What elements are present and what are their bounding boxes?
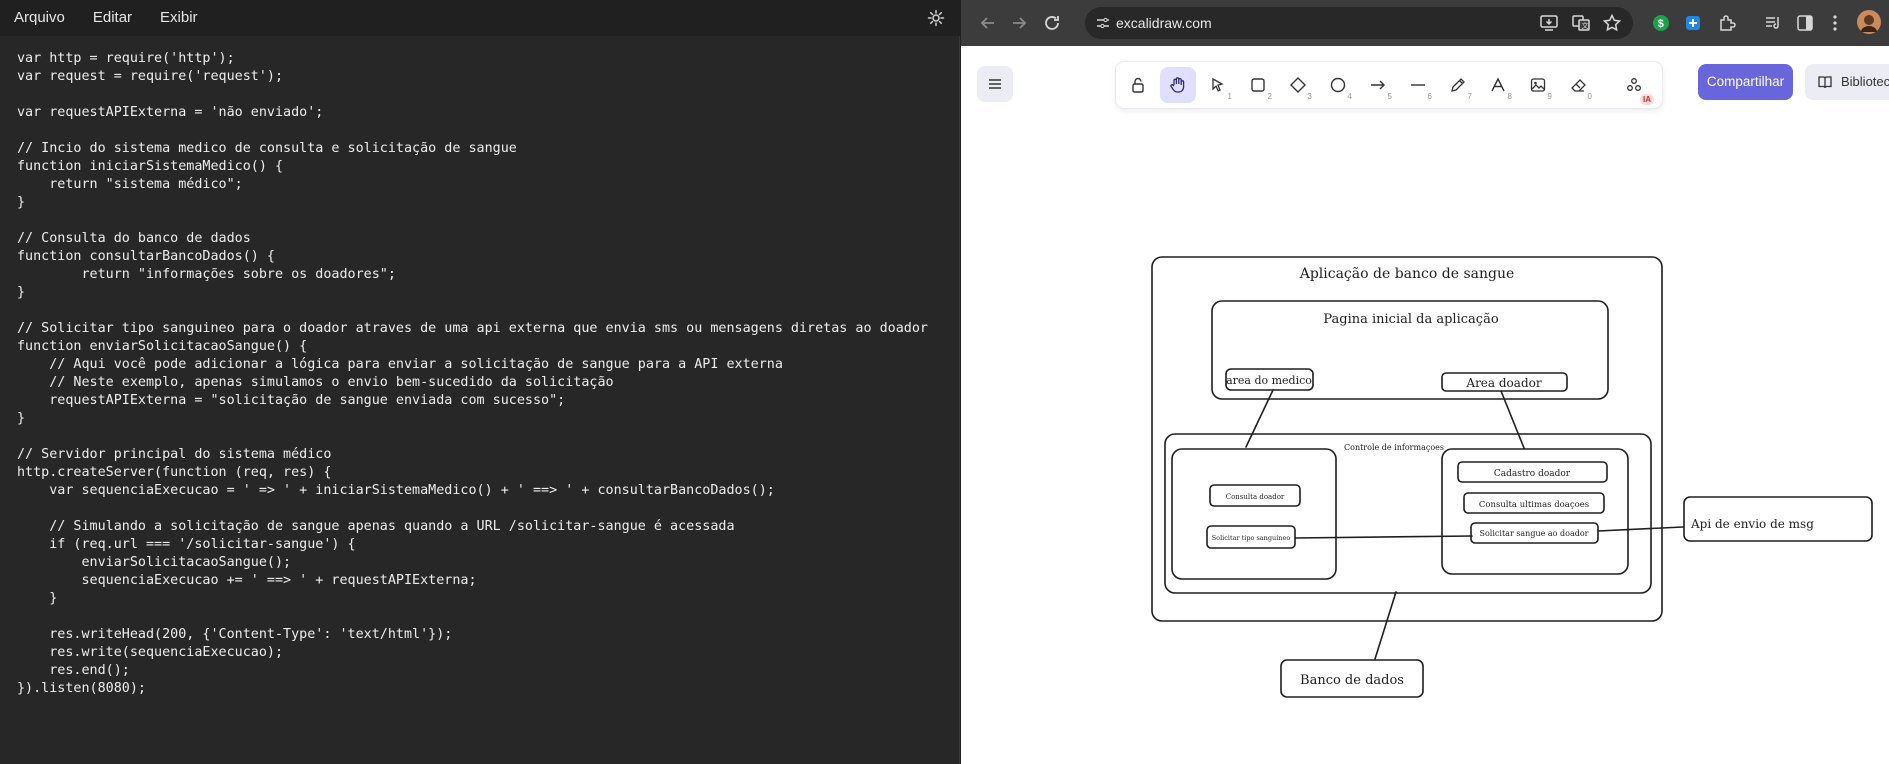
controle-right-box[interactable] bbox=[1441, 448, 1629, 575]
menu-dots-icon[interactable] bbox=[1825, 13, 1845, 33]
menu-exibir[interactable]: Exibir bbox=[146, 0, 212, 36]
api-msg-text: Api de envio de msg bbox=[1690, 517, 1814, 531]
cadastro-doador-text: Cadastro doador bbox=[1494, 469, 1571, 479]
reload-icon[interactable] bbox=[1040, 11, 1064, 35]
code-line[interactable]: var sequenciaExecucao = ' => ' + iniciar… bbox=[17, 482, 955, 500]
diagram: Aplicação de banco de sangue Pagina inic… bbox=[1151, 256, 1873, 698]
code-line[interactable] bbox=[17, 86, 955, 104]
banco-dados-text: Banco de dados bbox=[1300, 673, 1404, 688]
consulta-doador-text: Consulta doador bbox=[1226, 493, 1285, 501]
code-area[interactable]: var http = require('http'); var request =… bbox=[17, 50, 955, 698]
browser-toolbar: excalidraw.com 文 $ bbox=[961, 0, 1889, 46]
code-line[interactable]: res.end(); bbox=[17, 662, 955, 680]
code-line[interactable] bbox=[17, 302, 955, 320]
consulta-ultimas-text: Consulta ultimas doaçoes bbox=[1479, 500, 1589, 510]
browser-window: excalidraw.com 文 $ 1 2 3 4 5 6 7 8 9 0 I… bbox=[961, 0, 1889, 764]
connector-line bbox=[1374, 591, 1397, 660]
media-controls-icon[interactable] bbox=[1763, 13, 1783, 33]
code-line[interactable]: } bbox=[17, 590, 955, 608]
code-line[interactable]: return "informações sobre os doadores"; bbox=[17, 266, 955, 284]
app-title-text: Aplicação de banco de sangue bbox=[1299, 266, 1515, 282]
code-line[interactable]: res.writeHead(200, {'Content-Type': 'tex… bbox=[17, 626, 955, 644]
controle-text: Controle de informaçoes bbox=[1344, 443, 1444, 452]
code-line[interactable] bbox=[17, 428, 955, 446]
code-line[interactable]: // Servidor principal do sistema médico bbox=[17, 446, 955, 464]
home-title-text: Pagina inicial da aplicação bbox=[1323, 312, 1498, 327]
code-line[interactable]: // Aqui você pode adicionar a lógica par… bbox=[17, 356, 955, 374]
code-line[interactable] bbox=[17, 212, 955, 230]
code-line[interactable]: } bbox=[17, 284, 955, 302]
blue-extension-icon[interactable] bbox=[1683, 13, 1703, 33]
url-text[interactable]: excalidraw.com bbox=[1116, 7, 1212, 39]
area-doador-text: Area doador bbox=[1465, 376, 1541, 390]
excalidraw-canvas[interactable]: 1 2 3 4 5 6 7 8 9 0 IA Compartilhar Bibl… bbox=[961, 46, 1889, 764]
back-icon[interactable] bbox=[976, 11, 1000, 35]
code-line[interactable]: // Solicitar tipo sanguineo para o doado… bbox=[17, 320, 955, 338]
code-line[interactable]: function enviarSolicitacaoSangue() { bbox=[17, 338, 955, 356]
svg-text:$: $ bbox=[1658, 18, 1664, 30]
gear-icon[interactable] bbox=[926, 8, 946, 28]
code-line[interactable]: // Incio do sistema medico de consulta e… bbox=[17, 140, 955, 158]
code-line[interactable]: return "sistema médico"; bbox=[17, 176, 955, 194]
translate-icon[interactable]: 文 bbox=[1571, 13, 1591, 33]
code-line[interactable]: res.write(sequenciaExecucao); bbox=[17, 644, 955, 662]
code-line[interactable]: if (req.url === '/solicitar-sangue') { bbox=[17, 536, 955, 554]
connector-line bbox=[1294, 535, 1473, 539]
code-line[interactable]: sequenciaExecucao += ' ==> ' + requestAP… bbox=[17, 572, 955, 590]
menu-editar[interactable]: Editar bbox=[79, 0, 146, 36]
forward-icon[interactable] bbox=[1007, 11, 1031, 35]
code-line[interactable]: } bbox=[17, 410, 955, 428]
code-line[interactable]: }).listen(8080); bbox=[17, 680, 955, 698]
solicitar-sangue-text: Solicitar sangue ao doador bbox=[1480, 529, 1589, 538]
code-line[interactable]: var requestAPIExterna = 'não enviado'; bbox=[17, 104, 955, 122]
code-line[interactable] bbox=[17, 122, 955, 140]
code-line[interactable]: var http = require('http'); bbox=[17, 50, 955, 68]
code-line[interactable]: enviarSolicitacaoSangue(); bbox=[17, 554, 955, 572]
code-line[interactable]: function consultarBancoDados() { bbox=[17, 248, 955, 266]
code-line[interactable]: function iniciarSistemaMedico() { bbox=[17, 158, 955, 176]
editor-menubar: Arquivo Editar Exibir bbox=[0, 0, 960, 36]
code-line[interactable] bbox=[17, 500, 955, 518]
code-line[interactable] bbox=[17, 608, 955, 626]
code-line[interactable]: } bbox=[17, 194, 955, 212]
code-line[interactable]: http.createServer(function (req, res) { bbox=[17, 464, 955, 482]
green-extension-icon[interactable]: $ bbox=[1651, 13, 1671, 33]
code-line[interactable]: requestAPIExterna = "solicitação de sang… bbox=[17, 392, 955, 410]
code-editor-window: Arquivo Editar Exibir var http = require… bbox=[0, 0, 960, 764]
code-line[interactable]: // Simulando a solicitação de sangue ape… bbox=[17, 518, 955, 536]
side-panel-icon[interactable] bbox=[1795, 13, 1815, 33]
code-line[interactable]: // Consulta do banco de dados bbox=[17, 230, 955, 248]
site-info-icon[interactable] bbox=[1095, 15, 1111, 31]
extensions-puzzle-icon[interactable] bbox=[1717, 13, 1737, 33]
solicitar-tipo-text: Solicitar tipo sanguineo bbox=[1212, 534, 1291, 542]
area-medico-text: area do medico bbox=[1226, 374, 1312, 387]
code-line[interactable]: // Neste exemplo, apenas simulamos o env… bbox=[17, 374, 955, 392]
menu-arquivo[interactable]: Arquivo bbox=[0, 0, 79, 36]
connector-line bbox=[1597, 526, 1684, 532]
install-app-icon[interactable] bbox=[1539, 13, 1559, 33]
controle-left-box[interactable] bbox=[1171, 448, 1337, 580]
svg-text:文: 文 bbox=[1582, 21, 1589, 30]
code-line[interactable]: var request = require('request'); bbox=[17, 68, 955, 86]
avatar[interactable] bbox=[1857, 10, 1881, 34]
bookmark-star-icon[interactable] bbox=[1602, 13, 1622, 33]
